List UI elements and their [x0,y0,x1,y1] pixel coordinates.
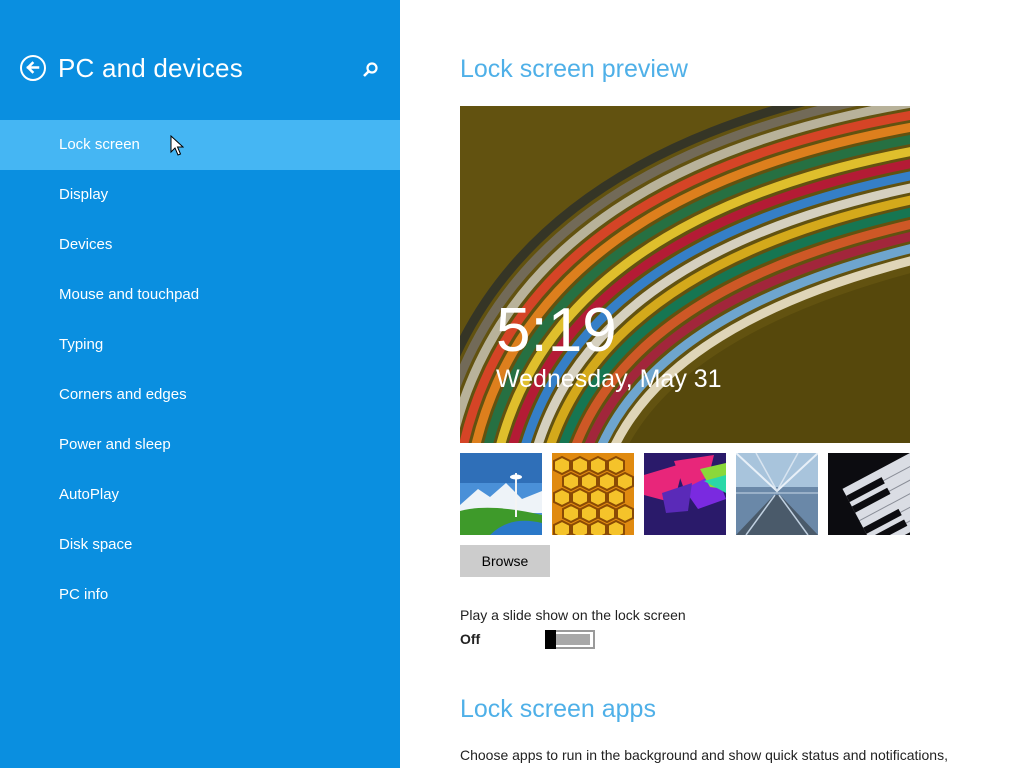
nav-item-lock-screen[interactable]: Lock screen [0,120,400,170]
nav-item-disk-space[interactable]: Disk space [0,520,400,570]
search-button[interactable] [360,60,380,80]
wallpaper-thumbnails [460,453,910,535]
back-arrow-icon [26,61,40,74]
back-button[interactable] [20,55,46,81]
lock-screen-preview-heading: Lock screen preview [460,55,688,83]
nav-item-autoplay[interactable]: AutoPlay [0,470,400,520]
nav-item-power-and-sleep[interactable]: Power and sleep [0,420,400,470]
thumbnail-geometric[interactable] [644,453,726,535]
sidebar: PC and devices Lock screen Display Devic… [0,0,400,768]
nav-item-typing[interactable]: Typing [0,320,400,370]
nav-item-corners-and-edges[interactable]: Corners and edges [0,370,400,420]
toggle-thumb[interactable] [545,630,556,649]
thumbnail-train-tunnel[interactable] [736,453,818,535]
slideshow-toggle-state: Off [460,631,481,647]
lock-screen-preview: 5:19 Wednesday, May 31 [460,106,910,443]
slideshow-toggle[interactable] [545,630,595,649]
nav-item-devices[interactable]: Devices [0,220,400,270]
thumbnail-honeycomb[interactable] [552,453,634,535]
thumbnail-space-needle[interactable] [460,453,542,535]
thumbnail-piano-keys[interactable] [828,453,910,535]
lock-screen-apps-description: Choose apps to run in the background and… [460,747,948,763]
mouse-cursor-icon [170,135,184,156]
nav-item-pc-info[interactable]: PC info [0,570,400,620]
toggle-track [550,634,590,645]
settings-nav: Lock screen Display Devices Mouse and to… [0,120,400,620]
preview-date: Wednesday, May 31 [496,365,722,393]
nav-item-mouse-and-touchpad[interactable]: Mouse and touchpad [0,270,400,320]
search-icon [363,62,378,77]
preview-clock: 5:19 [496,296,617,365]
page-title: PC and devices [58,53,243,83]
main-content: Lock screen preview 5:19 Wednesday, May … [400,0,1024,768]
browse-button[interactable]: Browse [460,545,550,577]
nav-item-display[interactable]: Display [0,170,400,220]
lock-screen-apps-heading: Lock screen apps [460,695,656,723]
slideshow-label: Play a slide show on the lock screen [460,607,686,623]
